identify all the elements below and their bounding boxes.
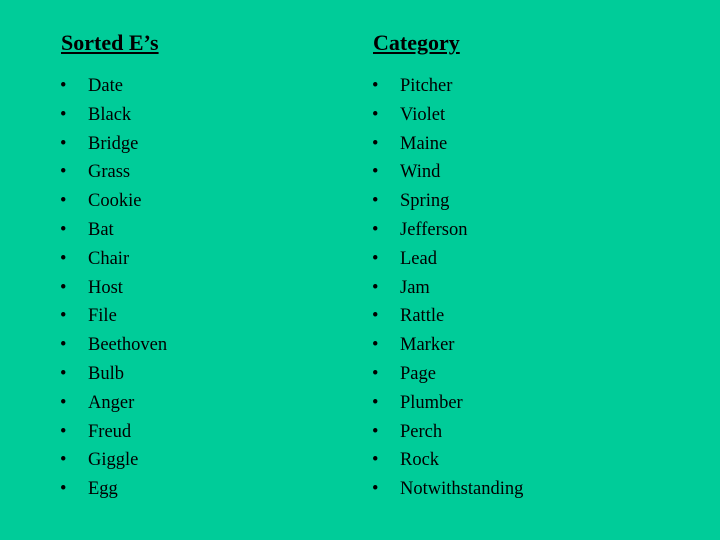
list-item-text: Maine	[400, 133, 448, 154]
list-item-text: Wind	[400, 162, 441, 183]
list-item-text: Page	[400, 363, 436, 384]
list-item-text: Rattle	[400, 306, 445, 327]
list-item: • Host	[60, 274, 167, 303]
list-item-text: Host	[88, 277, 123, 298]
list-item-text: Plumber	[400, 392, 463, 413]
list-item-text: Beethoven	[88, 335, 168, 356]
bullet-icon: •	[372, 421, 379, 442]
list-item: • File	[60, 302, 167, 331]
bullet-icon: •	[372, 76, 379, 96]
bullet-icon: •	[372, 191, 379, 212]
list-item-text: Notwithstanding	[400, 479, 524, 500]
bullet-icon: •	[372, 277, 379, 298]
list-item: • Jefferson	[372, 216, 523, 245]
list-item-text: Freud	[88, 421, 132, 442]
list-item-text: Giggle	[88, 450, 139, 471]
bullet-icon: •	[372, 363, 379, 384]
list-item: • Anger	[60, 389, 167, 418]
list-item-text: Bridge	[88, 133, 139, 154]
list-item: • Pitcher	[372, 72, 523, 101]
list-item-text: Grass	[88, 162, 131, 183]
bullet-icon: •	[372, 248, 379, 269]
bullet-icon: •	[60, 219, 67, 240]
list-item: • Bridge	[60, 130, 167, 159]
bullet-icon: •	[60, 162, 67, 183]
list-item-text: Bat	[88, 219, 114, 240]
list-item: • Maine	[372, 130, 523, 159]
bullet-icon: •	[372, 219, 379, 240]
list-item-text: Cookie	[88, 191, 142, 212]
bullet-icon: •	[60, 421, 67, 442]
list-item: • Wind	[372, 158, 523, 187]
bullet-icon: •	[60, 191, 67, 212]
list-item-text: Jam	[400, 277, 430, 298]
list-item: • Freud	[60, 418, 167, 447]
list-item: • Rattle	[372, 302, 523, 331]
list-item: • Chair	[60, 245, 167, 274]
list-item: • Cookie	[60, 187, 167, 216]
bullet-icon: •	[60, 306, 67, 327]
list-item: • Plumber	[372, 389, 523, 418]
bullet-icon: •	[372, 450, 379, 471]
list-item: • Marker	[372, 331, 523, 360]
list-item-text: Spring	[400, 191, 450, 212]
bullet-icon: •	[60, 363, 67, 384]
category-column: Category • Pitcher • Violet • Maine • Wind • Spri…	[372, 28, 524, 504]
sorted-es-list: • Date • Black • Bridge • Grass • Cookie • Bat • Chai…	[60, 72, 168, 504]
list-item-text: Lead	[400, 248, 437, 269]
list-item: • Perch	[372, 418, 523, 447]
list-item: • Rock	[372, 446, 523, 475]
list-item: • Egg	[60, 475, 167, 504]
bullet-icon: •	[372, 335, 379, 356]
list-item: • Spring	[372, 187, 523, 216]
list-item-text: Anger	[88, 392, 135, 413]
list-item: • Black	[60, 101, 167, 130]
list-item-text: Pitcher	[400, 76, 453, 96]
list-item: • Lead	[372, 245, 523, 274]
bullet-icon: •	[372, 392, 379, 413]
list-item: • Beethoven	[60, 331, 168, 360]
bullet-icon: •	[372, 133, 379, 154]
list-item-text: Jefferson	[400, 219, 468, 240]
list-item-text: Marker	[400, 335, 455, 356]
bullet-icon: •	[60, 450, 67, 471]
list-item-text: Black	[88, 104, 132, 125]
category-list: • Pitcher • Violet • Maine • Wind • Spring • Jeffer…	[372, 72, 524, 504]
bullet-icon: •	[372, 104, 379, 125]
list-item: • Bulb	[60, 360, 167, 389]
bullet-icon: •	[372, 306, 379, 327]
list-item: • Violet	[372, 101, 523, 130]
list-item-text: Rock	[400, 450, 440, 471]
bullet-icon: •	[60, 76, 67, 96]
list-item-text: Perch	[400, 421, 443, 442]
list-item: • Notwithstanding	[372, 475, 524, 504]
bullet-icon: •	[60, 277, 67, 298]
list-item: • Jam	[372, 274, 523, 303]
category-heading: Category	[373, 30, 460, 55]
list-item: • Grass	[60, 158, 167, 187]
sorted-es-heading: Sorted E’s	[61, 30, 159, 55]
bullet-icon: •	[60, 248, 67, 269]
list-item-text: Date	[88, 76, 123, 96]
list-item: • Date	[60, 72, 167, 101]
sorted-es-column: Sorted E’s • Date • Black • Bridge • Grass • Cook…	[60, 28, 168, 504]
bullet-icon: •	[60, 392, 67, 413]
list-item-text: Egg	[88, 479, 118, 500]
list-item: • Giggle	[60, 446, 167, 475]
list-item-text: File	[88, 306, 117, 327]
list-item: • Bat	[60, 216, 167, 245]
bullet-icon: •	[60, 335, 67, 356]
bullet-icon: •	[372, 162, 379, 183]
bullet-icon: •	[372, 479, 379, 500]
bullet-icon: •	[60, 133, 67, 154]
list-item-text: Bulb	[88, 363, 124, 384]
list-item-text: Chair	[88, 248, 130, 269]
list-item: • Page	[372, 360, 523, 389]
bullet-icon: •	[60, 479, 67, 500]
list-item-text: Violet	[400, 104, 446, 125]
bullet-icon: •	[60, 104, 67, 125]
